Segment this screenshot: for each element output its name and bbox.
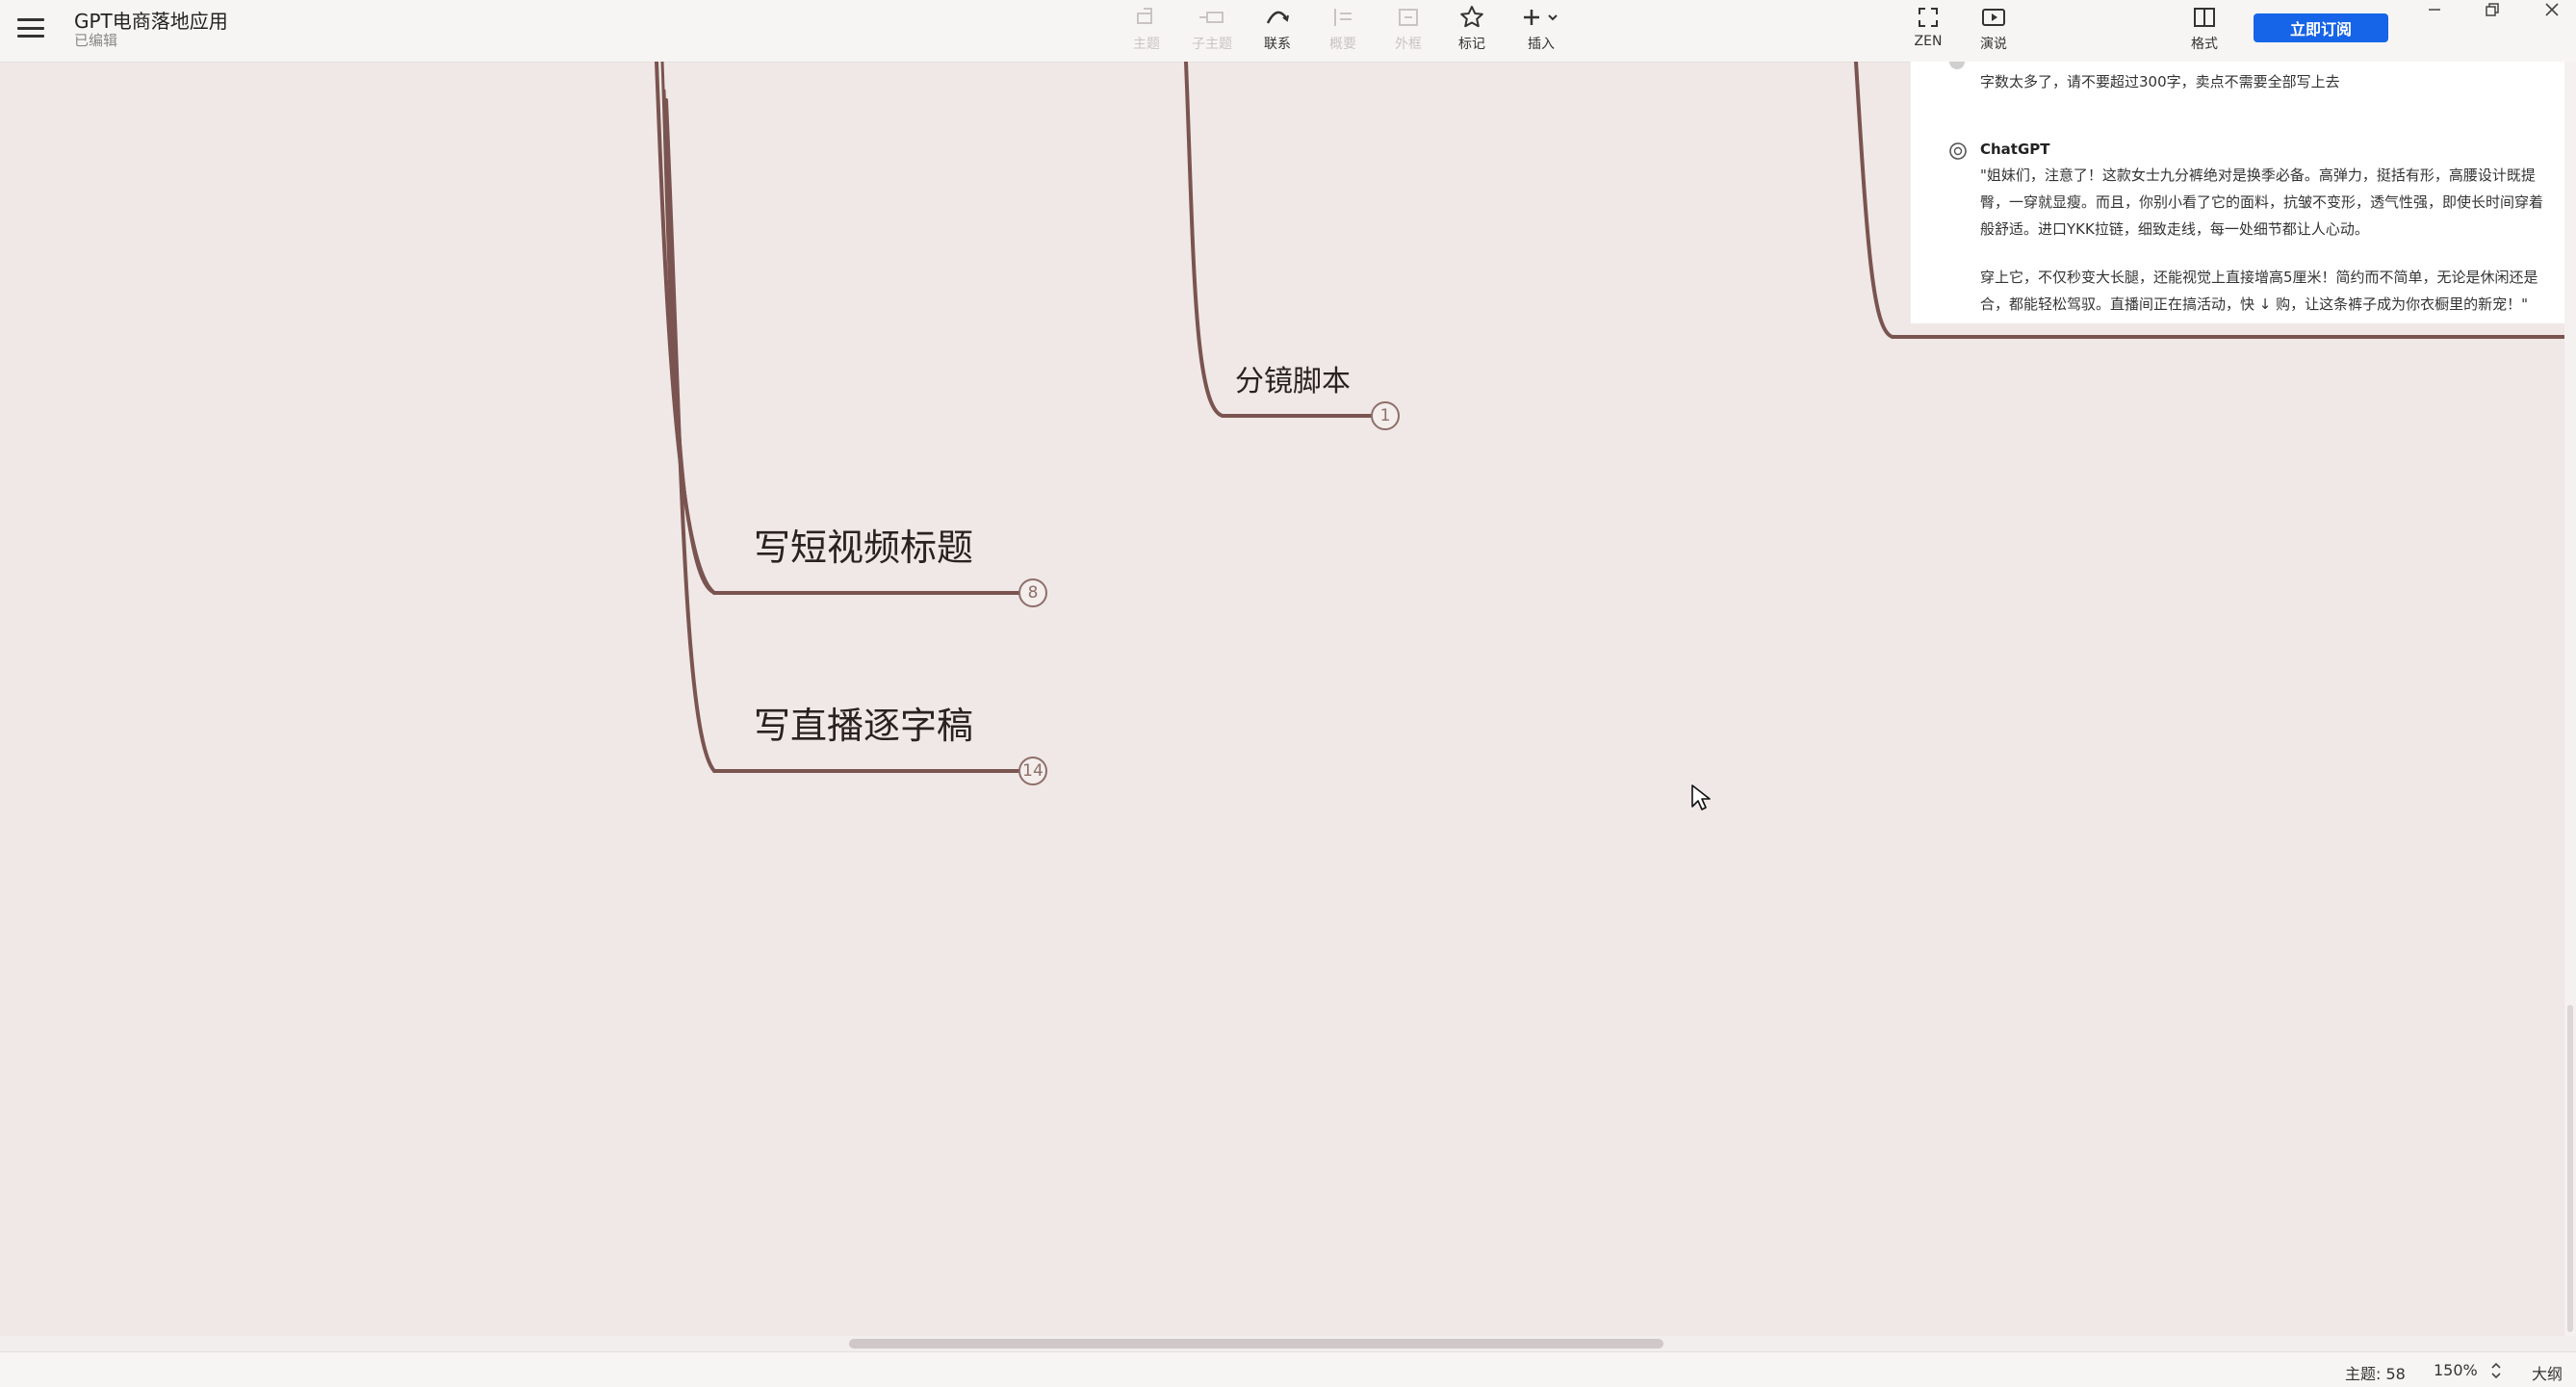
marker-button[interactable]: 标记 [1438, 4, 1506, 58]
vertical-scrollbar[interactable] [2564, 62, 2576, 1336]
restore-icon[interactable] [2478, 0, 2507, 19]
format-panel-icon [2192, 4, 2217, 31]
assistant-name: ChatGPT [1980, 141, 2050, 158]
topic-live-script[interactable]: 写直播逐字稿 [754, 707, 973, 744]
assistant-line: 合，都能轻松驾驭。直播间正在搞活动，快 ↓ 购，让这条裤子成为你衣橱里的新宠！" [1980, 295, 2529, 313]
document-status: 已编辑 [74, 32, 118, 49]
star-icon [1459, 4, 1484, 31]
presentation-icon [1981, 4, 2006, 31]
user-avatar [1949, 62, 1965, 69]
zen-button[interactable]: ZEN [1894, 4, 1962, 58]
present-label: 演说 [1980, 37, 2007, 52]
chatgpt-conversation-panel: 字数太多了，请不要超过300字，卖点不需要全部写上去 ChatGPT "姐妹们，… [1910, 62, 2576, 323]
topic-storyboard-script[interactable]: 分镜脚本 [1235, 368, 1351, 397]
collapse-count-badge[interactable]: 1 [1371, 401, 1400, 430]
summary-button[interactable]: 概要 [1309, 4, 1377, 58]
format-label: 格式 [2191, 37, 2218, 52]
zoom-level[interactable]: 150% [2434, 1361, 2478, 1379]
close-icon[interactable] [2537, 0, 2566, 19]
subtopic-icon [1198, 4, 1226, 31]
boundary-button[interactable]: 外框 [1375, 4, 1442, 58]
present-button[interactable]: 演说 [1960, 4, 2027, 58]
insert-button[interactable]: 插入 [1507, 4, 1575, 58]
subscribe-button[interactable]: 立即订阅 [2254, 13, 2388, 42]
topic-short-video-title[interactable]: 写短视频标题 [754, 529, 973, 566]
assistant-line: "姐妹们，注意了！这款女士九分裤绝对是换季必备。高弹力，挺括有形，高腰设计既提 [1980, 167, 2536, 184]
insert-label: 插入 [1528, 37, 1555, 52]
collapse-count-badge[interactable]: 14 [1018, 757, 1047, 785]
menu-icon[interactable] [17, 15, 44, 40]
zoom-stepper-icon[interactable] [2489, 1361, 2503, 1380]
horizontal-scroll-thumb[interactable] [849, 1339, 1663, 1348]
mouse-cursor-icon [1691, 784, 1711, 810]
assistant-line: 般舒适。进口YKK拉链，细致走线，每一处细节都让人心动。 [1980, 220, 2369, 238]
top-toolbar: GPT电商落地应用 已编辑 主题 子主题 联系 概要 外框 标记 插入 ZEN … [0, 0, 2576, 63]
subtopic-label: 子主题 [1192, 37, 1232, 52]
assistant-line: 臀，一穿就显瘦。而且，你别小看了它的面料，抗皱不变形，透气性强，即使长时间穿着 [1980, 193, 2544, 211]
user-message: 字数太多了，请不要超过300字，卖点不需要全部写上去 [1980, 73, 2340, 90]
vertical-scroll-thumb[interactable] [2567, 1005, 2573, 1332]
summary-icon [1330, 4, 1355, 31]
boundary-label: 外框 [1395, 37, 1422, 52]
subtopic-button[interactable]: 子主题 [1178, 4, 1246, 58]
assistant-line: 穿上它，不仅秒变大长腿，还能视觉上直接增高5厘米！简约而不简单，无论是休闲还是 [1980, 269, 2538, 286]
plus-icon [1520, 4, 1562, 31]
relationship-button[interactable]: 联系 [1244, 4, 1311, 58]
topic-icon [1134, 4, 1159, 31]
boundary-icon [1396, 4, 1421, 31]
minimize-icon[interactable] [2420, 0, 2449, 19]
status-bar: 主题: 58 150% 大纲 [0, 1351, 2576, 1387]
zen-label: ZEN [1914, 34, 1943, 49]
relationship-icon [1264, 4, 1291, 31]
fullscreen-icon [1917, 4, 1940, 31]
relationship-label: 联系 [1264, 37, 1291, 52]
marker-label: 标记 [1458, 37, 1485, 52]
topic-count: 主题: 58 [2345, 1365, 2406, 1383]
format-button[interactable]: 格式 [2171, 4, 2238, 58]
collapse-count-badge[interactable]: 8 [1018, 578, 1047, 607]
topic-button[interactable]: 主题 [1113, 4, 1180, 58]
topic-label: 主题 [1133, 37, 1160, 52]
horizontal-scrollbar[interactable] [0, 1336, 2576, 1351]
summary-label: 概要 [1329, 37, 1356, 52]
chatgpt-logo-icon [1949, 142, 1967, 160]
outline-button[interactable]: 大纲 [2532, 1361, 2563, 1384]
